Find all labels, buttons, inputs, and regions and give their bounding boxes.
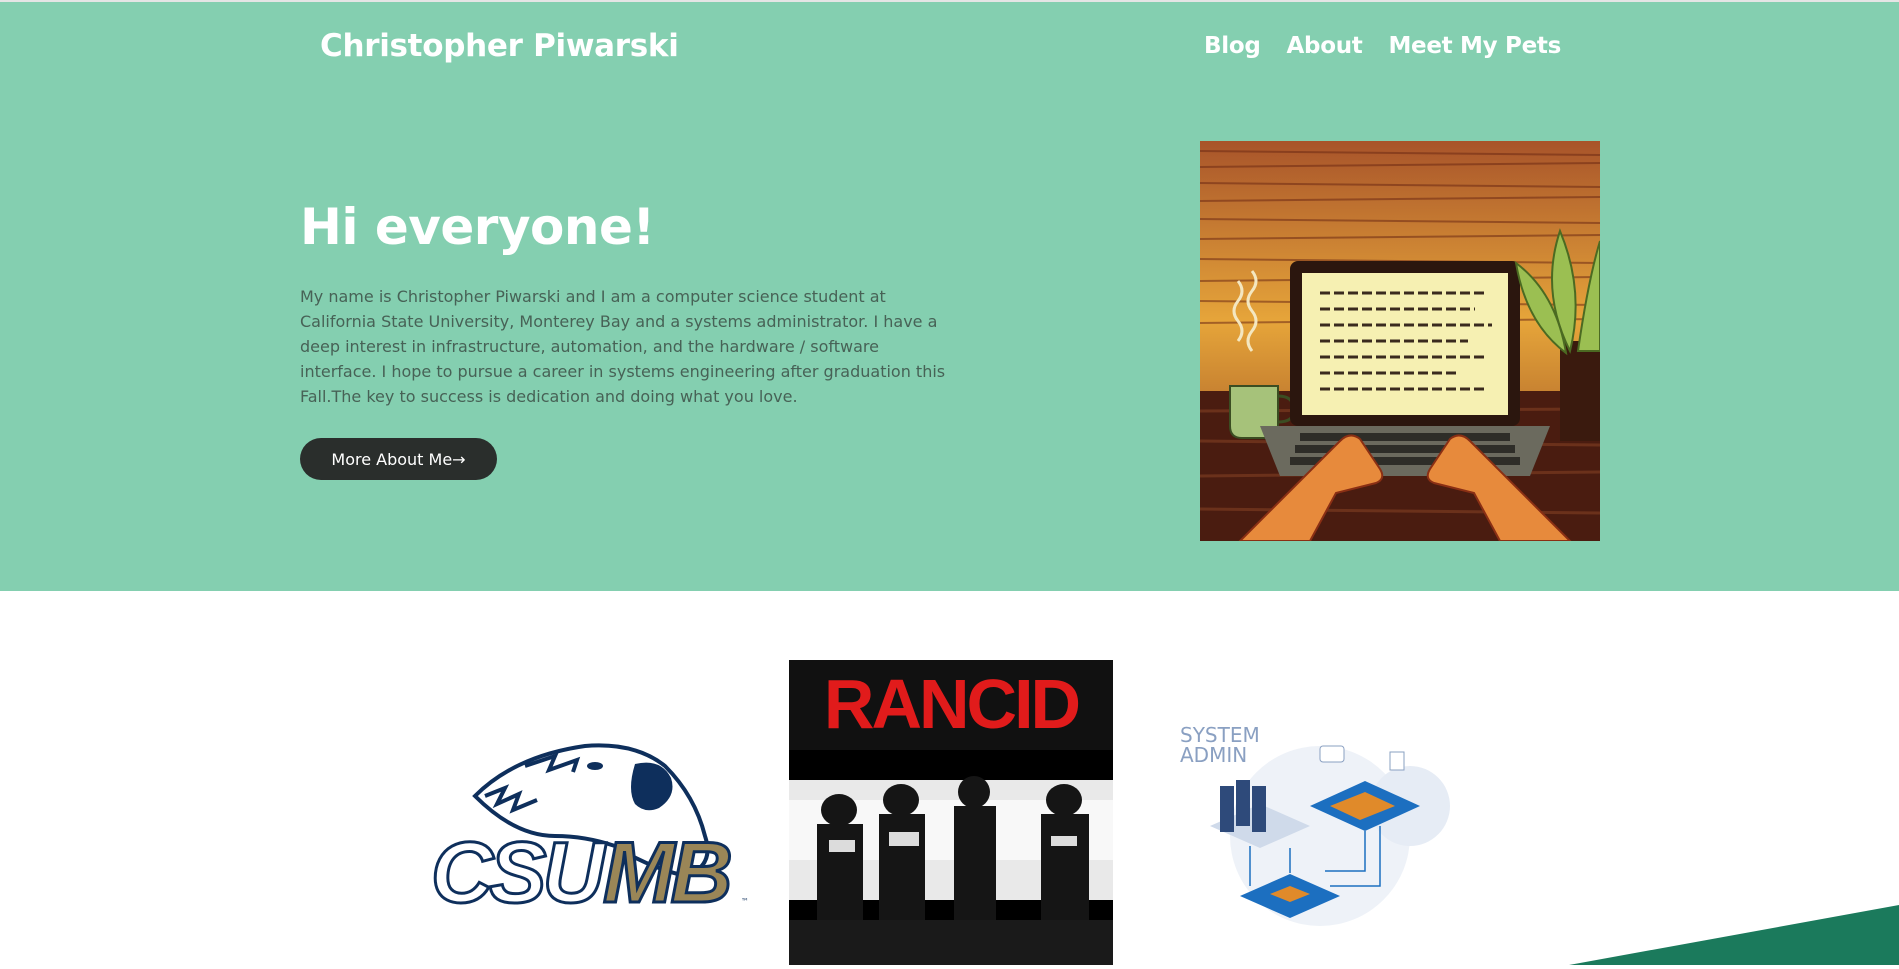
site-brand[interactable]: Christopher Piwarski (320, 28, 679, 64)
main-nav: Blog About Meet My Pets (1204, 33, 1561, 59)
system-admin-label-line2: ADMIN (1180, 743, 1247, 767)
csumb-logo-trademark: ™ (741, 897, 749, 906)
csumb-logo-text-fill: MB (603, 825, 730, 908)
rancid-title: RANCID (824, 665, 1079, 743)
hero-section: Christopher Piwarski Blog About Meet My … (0, 2, 1899, 591)
laptop-typing-illustration (1200, 141, 1600, 541)
more-about-me-button[interactable]: More About Me→ (300, 438, 497, 480)
nav-link-about[interactable]: About (1287, 33, 1363, 59)
decorative-accent-stripe (1569, 905, 1899, 965)
csumb-logo: CSU MB ™ (425, 726, 757, 908)
nav-link-blog[interactable]: Blog (1204, 33, 1261, 59)
rancid-album-cover: RANCID (789, 660, 1113, 965)
nav-link-meet-my-pets[interactable]: Meet My Pets (1388, 33, 1561, 59)
csumb-logo-text-outline: CSU (431, 825, 606, 908)
hero-intro: My name is Christopher Piwarski and I am… (300, 287, 946, 406)
system-admin-illustration: SYSTEM ADMIN (1170, 716, 1452, 926)
hero-headline: Hi everyone! (300, 198, 655, 256)
